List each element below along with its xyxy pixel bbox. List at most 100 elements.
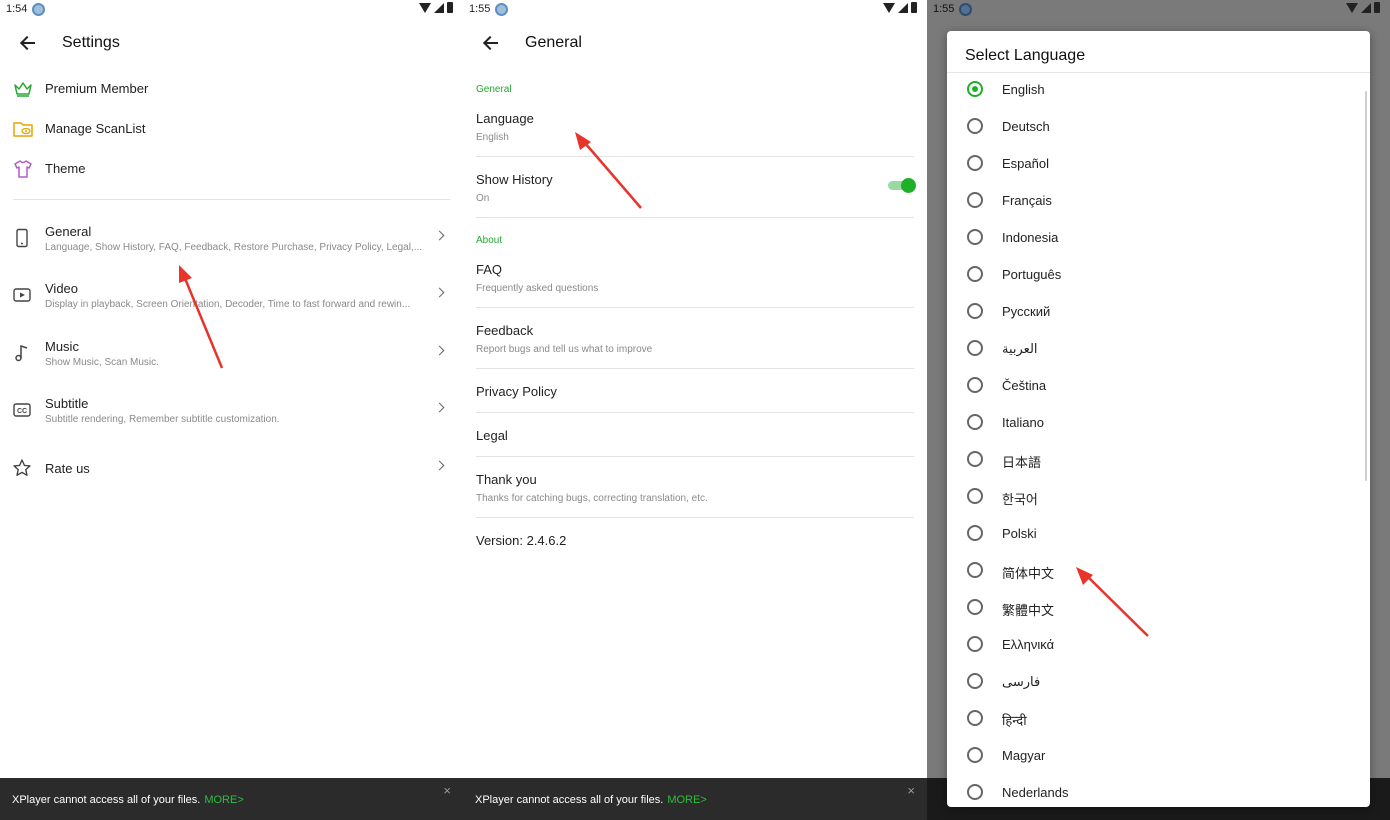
dialog-title: Select Language xyxy=(965,47,1086,64)
legal-label: Legal xyxy=(476,428,508,443)
music-note-icon xyxy=(15,344,28,362)
permission-banner: XPlayer cannot access all of your files.… xyxy=(0,778,463,820)
music-label: Music xyxy=(45,339,79,354)
language-option[interactable]: Magyar xyxy=(947,738,1370,775)
notification-icon xyxy=(495,3,508,16)
privacy-policy-item[interactable]: Privacy Policy xyxy=(476,369,914,413)
show-history-toggle[interactable] xyxy=(888,178,916,193)
language-option[interactable]: Deutsch xyxy=(947,109,1370,146)
radio-unselected-icon[interactable] xyxy=(967,229,983,245)
radio-unselected-icon[interactable] xyxy=(967,155,983,171)
language-option-label: Français xyxy=(1002,193,1052,208)
language-option-label: हिन्दी xyxy=(1002,713,1027,728)
app-bar: General xyxy=(463,22,927,66)
language-option[interactable]: Nederlands xyxy=(947,775,1370,807)
radio-unselected-icon[interactable] xyxy=(967,525,983,541)
radio-unselected-icon[interactable] xyxy=(967,414,983,430)
radio-unselected-icon[interactable] xyxy=(967,747,983,763)
language-option-label: Magyar xyxy=(1002,748,1046,763)
wifi-icon xyxy=(419,2,431,13)
close-icon[interactable]: × xyxy=(443,783,451,798)
manage-scanlist-item[interactable]: Manage ScanList xyxy=(0,111,463,147)
language-option-label: العربية xyxy=(1002,341,1038,356)
language-option[interactable]: Русский xyxy=(947,294,1370,331)
faq-item[interactable]: FAQ Frequently asked questions xyxy=(476,254,914,308)
radio-unselected-icon[interactable] xyxy=(967,377,983,393)
language-option[interactable]: 繁體中文 xyxy=(947,590,1370,627)
language-option[interactable]: Español xyxy=(947,146,1370,183)
language-option-label: Deutsch xyxy=(1002,119,1050,134)
language-option[interactable]: 日本語 xyxy=(947,442,1370,479)
language-option[interactable]: فارسی xyxy=(947,664,1370,701)
language-option[interactable]: Indonesia xyxy=(947,220,1370,257)
language-option-label: 繁體中文 xyxy=(1002,603,1055,618)
rate-us-item[interactable]: Rate us xyxy=(0,446,463,496)
radio-unselected-icon[interactable] xyxy=(967,636,983,652)
divider xyxy=(13,199,450,200)
close-icon[interactable]: × xyxy=(907,783,915,798)
thank-you-item[interactable]: Thank you Thanks for catching bugs, corr… xyxy=(476,457,914,518)
language-option[interactable]: Polski xyxy=(947,516,1370,553)
video-item[interactable]: Video Display in playback, Screen Orient… xyxy=(0,273,463,323)
language-option-label: Indonesia xyxy=(1002,230,1059,245)
radio-unselected-icon[interactable] xyxy=(967,488,983,504)
video-sub: Display in playback, Screen Orientation,… xyxy=(45,299,411,310)
battery-icon xyxy=(447,2,453,13)
tshirt-icon xyxy=(14,160,32,178)
general-item[interactable]: General Language, Show History, FAQ, Fee… xyxy=(0,216,463,266)
back-arrow-icon[interactable] xyxy=(483,36,499,50)
rate-us-label: Rate us xyxy=(45,461,90,476)
banner-more-link[interactable]: MORE> xyxy=(667,794,706,806)
radio-unselected-icon[interactable] xyxy=(967,303,983,319)
battery-icon xyxy=(911,2,917,13)
signal-icon xyxy=(434,2,444,13)
theme-item[interactable]: Theme xyxy=(0,151,463,187)
chevron-right-icon xyxy=(434,230,445,241)
language-option[interactable]: Français xyxy=(947,183,1370,220)
language-option[interactable]: Čeština xyxy=(947,368,1370,405)
radio-unselected-icon[interactable] xyxy=(967,599,983,615)
radio-unselected-icon[interactable] xyxy=(967,118,983,134)
subtitle-label: Subtitle xyxy=(45,396,89,411)
show-history-item[interactable]: Show History On xyxy=(476,157,916,218)
language-option-label: Русский xyxy=(1002,304,1051,319)
language-option-label: Polski xyxy=(1002,526,1037,541)
svg-text:CC: CC xyxy=(17,408,27,415)
show-history-label: Show History xyxy=(476,172,553,187)
banner-more-link[interactable]: MORE> xyxy=(204,794,243,806)
radio-unselected-icon[interactable] xyxy=(967,266,983,282)
video-icon xyxy=(13,288,31,302)
radio-unselected-icon[interactable] xyxy=(967,340,983,356)
language-option[interactable]: Italiano xyxy=(947,405,1370,442)
chevron-right-icon xyxy=(434,460,445,471)
radio-unselected-icon[interactable] xyxy=(967,673,983,689)
language-option[interactable]: English xyxy=(947,72,1370,109)
radio-unselected-icon[interactable] xyxy=(967,192,983,208)
section-header-about: About xyxy=(476,235,503,246)
premium-member-item[interactable]: Premium Member xyxy=(0,71,463,107)
radio-unselected-icon[interactable] xyxy=(967,710,983,726)
radio-unselected-icon[interactable] xyxy=(967,451,983,467)
status-bar: 1:54 xyxy=(0,0,463,20)
language-item[interactable]: Language English xyxy=(476,103,914,157)
radio-unselected-icon[interactable] xyxy=(967,562,983,578)
language-option[interactable]: हिन्दी xyxy=(947,701,1370,738)
back-arrow-icon[interactable] xyxy=(20,36,36,50)
feedback-item[interactable]: Feedback Report bugs and tell us what to… xyxy=(476,308,914,369)
language-option[interactable]: 한국어 xyxy=(947,479,1370,516)
subtitle-item[interactable]: CC Subtitle Subtitle rendering, Remember… xyxy=(0,388,463,438)
status-bar: 1:55 xyxy=(463,0,927,20)
notification-icon xyxy=(32,3,45,16)
theme-label: Theme xyxy=(45,161,86,176)
language-option[interactable]: العربية xyxy=(947,331,1370,368)
radio-unselected-icon[interactable] xyxy=(967,784,983,800)
language-option[interactable]: Ελληνικά xyxy=(947,627,1370,664)
page-title: General xyxy=(525,34,582,51)
language-option[interactable]: Português xyxy=(947,257,1370,294)
app-bar: Settings xyxy=(0,22,463,66)
language-option[interactable]: 简体中文 xyxy=(947,553,1370,590)
legal-item[interactable]: Legal xyxy=(476,413,914,457)
language-option-label: Italiano xyxy=(1002,415,1044,430)
music-item[interactable]: Music Show Music, Scan Music. xyxy=(0,331,463,381)
radio-selected-icon[interactable] xyxy=(967,81,983,97)
